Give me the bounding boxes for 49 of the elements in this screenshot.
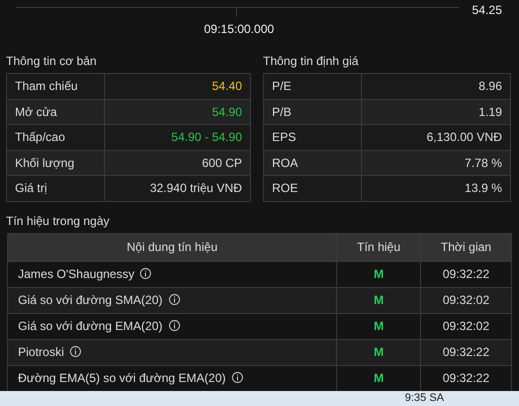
row-value: 54.90 bbox=[104, 99, 250, 124]
row-value: 7.78 % bbox=[362, 150, 510, 176]
row-label: EPS bbox=[264, 124, 362, 150]
row-label: Giá trị bbox=[6, 176, 104, 201]
signal-time: 09:32:02 bbox=[442, 293, 490, 307]
row-label: P/B bbox=[264, 99, 362, 124]
row-value: 13.9 % bbox=[362, 176, 510, 201]
row-value: 54.40 bbox=[104, 74, 250, 99]
signal-code: M bbox=[374, 371, 384, 385]
price-axis-label: 54.25 bbox=[472, 2, 502, 19]
time-axis-label: 09:15:00.000 bbox=[204, 21, 274, 38]
signal-code: M bbox=[374, 345, 384, 359]
signal-time: 09:32:22 bbox=[442, 345, 490, 359]
info-icon[interactable] bbox=[70, 346, 82, 357]
column-header: Thời gian bbox=[420, 233, 512, 261]
signal-time: 09:32:22 bbox=[442, 267, 490, 281]
signal-code: M bbox=[374, 319, 384, 333]
row-value: 1.19 bbox=[362, 99, 510, 124]
row-label: P/E bbox=[264, 74, 362, 99]
taskbar-clock: 9:35 SA bbox=[0, 391, 519, 406]
row-value: 8.96 bbox=[362, 74, 510, 99]
row-label: ROA bbox=[264, 150, 362, 176]
row-label: Thấp/cao bbox=[6, 124, 104, 150]
signal-name: Đường EMA(5) so với đường EMA(20) bbox=[18, 371, 226, 385]
info-icon[interactable] bbox=[168, 320, 180, 331]
signal-name: Piotroski bbox=[18, 345, 64, 359]
signal-name: James O'Shaugnessy bbox=[18, 267, 134, 281]
signal-time: 09:32:22 bbox=[442, 371, 490, 385]
info-icon[interactable] bbox=[168, 294, 180, 305]
row-label: Khối lượng bbox=[6, 150, 104, 176]
signal-name: Giá so với đường SMA(20) bbox=[18, 293, 162, 307]
row-label: Tham chiếu bbox=[6, 74, 104, 99]
signal-name: Giá so với đường EMA(20) bbox=[18, 319, 162, 333]
column-header: Tín hiệu bbox=[336, 233, 421, 261]
row-label: ROE bbox=[264, 176, 362, 201]
row-value: 32.940 triệu VNĐ bbox=[104, 176, 250, 201]
row-value: 6,130.00 VNĐ bbox=[362, 124, 510, 150]
info-icon[interactable] bbox=[232, 372, 243, 383]
section-title: Thông tin cơ bản bbox=[6, 53, 98, 70]
signal-code: M bbox=[374, 293, 384, 307]
row-value: 600 CP bbox=[104, 150, 250, 176]
section-title: Tín hiệu trong ngày bbox=[5, 212, 110, 230]
info-icon[interactable] bbox=[140, 268, 152, 279]
signal-code: M bbox=[374, 267, 384, 281]
signal-time: 09:32:02 bbox=[442, 319, 490, 333]
section-title: Thông tin định giá bbox=[263, 53, 360, 70]
row-value: 54.90 - 54.90 bbox=[104, 124, 250, 150]
column-header: Nội dung tín hiệu bbox=[8, 233, 337, 261]
row-label: Mở cửa bbox=[6, 99, 104, 124]
